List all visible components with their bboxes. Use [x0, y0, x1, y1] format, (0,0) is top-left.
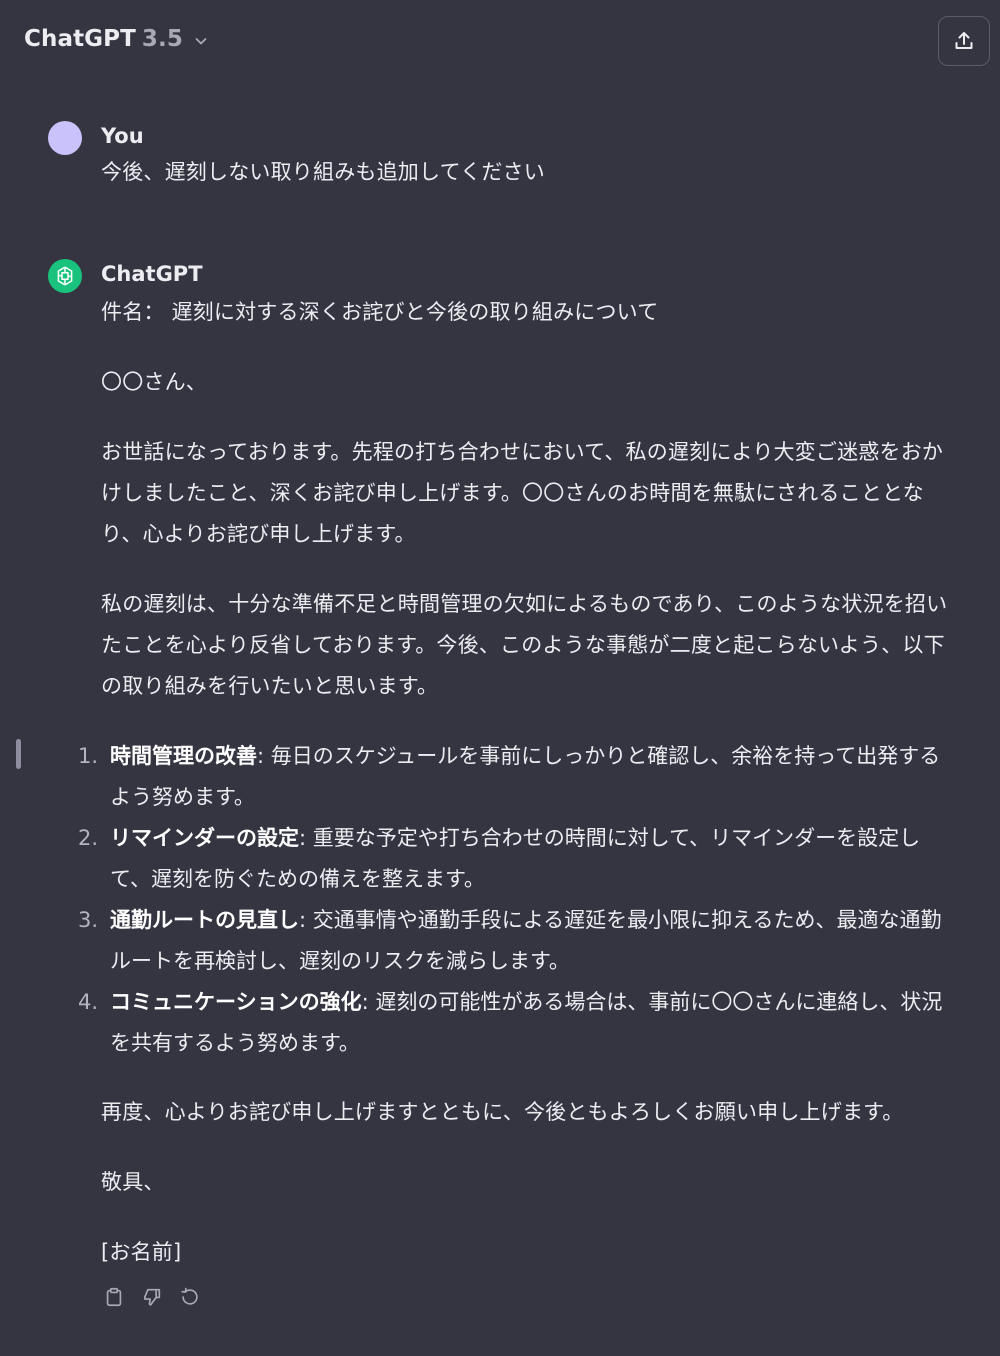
model-version: 3.5: [141, 26, 183, 52]
user-author: You: [101, 124, 144, 148]
assistant-avatar: [48, 259, 82, 293]
share-button[interactable]: [938, 16, 990, 66]
action-plan-list: 1. 時間管理の改善: 毎日のスケジュールを事前にしっかりと確認し、余裕を持って…: [78, 736, 960, 1064]
assistant-author: ChatGPT: [101, 262, 203, 286]
share-icon: [955, 32, 973, 49]
regenerate-button[interactable]: [178, 1285, 202, 1309]
top-bar: ChatGPT 3.5: [0, 0, 1000, 86]
scroll-marker: [16, 739, 21, 769]
list-item: 1. 時間管理の改善: 毎日のスケジュールを事前にしっかりと確認し、余裕を持って…: [78, 736, 960, 818]
thumbs-down-icon: [144, 1288, 161, 1306]
list-number: 4.: [78, 990, 99, 1014]
list-item-title: 時間管理の改善: [110, 744, 257, 768]
list-item: 4. コミュニケーションの強化: 遅刻の可能性がある場合は、事前に〇〇さんに連絡…: [78, 982, 960, 1064]
chat-page: ChatGPT 3.5 You 今後、遅刻しない取り組みも追加してください Ch…: [0, 0, 1000, 1356]
list-item-title: リマインダーの設定: [110, 826, 299, 850]
email-paragraph-1: お世話になっております。先程の打ち合わせにおいて、私の遅刻により大変ご迷惑をおか…: [101, 440, 944, 546]
model-name: ChatGPT: [24, 26, 136, 52]
clipboard-icon: [106, 1287, 122, 1307]
email-signature: [お名前]: [101, 1240, 182, 1264]
openai-logo-icon: [57, 266, 73, 286]
message-actions: [102, 1285, 202, 1309]
email-closing: 再度、心よりお詫び申し上げますとともに、今後ともよろしくお願い申し上げます。: [101, 1100, 904, 1124]
list-number: 2.: [78, 826, 99, 850]
list-number: 3.: [78, 908, 99, 932]
dislike-button[interactable]: [140, 1285, 164, 1309]
model-selector[interactable]: ChatGPT 3.5: [24, 26, 209, 52]
list-item: 3. 通勤ルートの見直し: 交通事情や通勤手段による遅延を最小限に抑えるため、最…: [78, 900, 960, 982]
chevron-down-icon: [195, 38, 207, 45]
email-paragraph-2: 私の遅刻は、十分な準備不足と時間管理の欠如によるものであり、このような状況を招い…: [101, 592, 948, 698]
user-message-text: 今後、遅刻しない取り組みも追加してください: [101, 160, 545, 184]
list-item: 2. リマインダーの設定: 重要な予定や打ち合わせの時間に対して、リマインダーを…: [78, 818, 960, 900]
regenerate-icon: [181, 1287, 198, 1305]
list-item-title: 通勤ルートの見直し: [110, 908, 299, 932]
email-sign-off: 敬具、: [101, 1170, 165, 1194]
list-item-title: コミュニケーションの強化: [110, 990, 362, 1014]
copy-button[interactable]: [102, 1285, 126, 1309]
email-greeting: 〇〇さん、: [101, 370, 207, 394]
user-avatar: [48, 121, 82, 155]
list-number: 1.: [78, 744, 99, 768]
email-subject: 件名： 遅刻に対する深くお詫びと今後の取り組みについて: [101, 300, 659, 324]
